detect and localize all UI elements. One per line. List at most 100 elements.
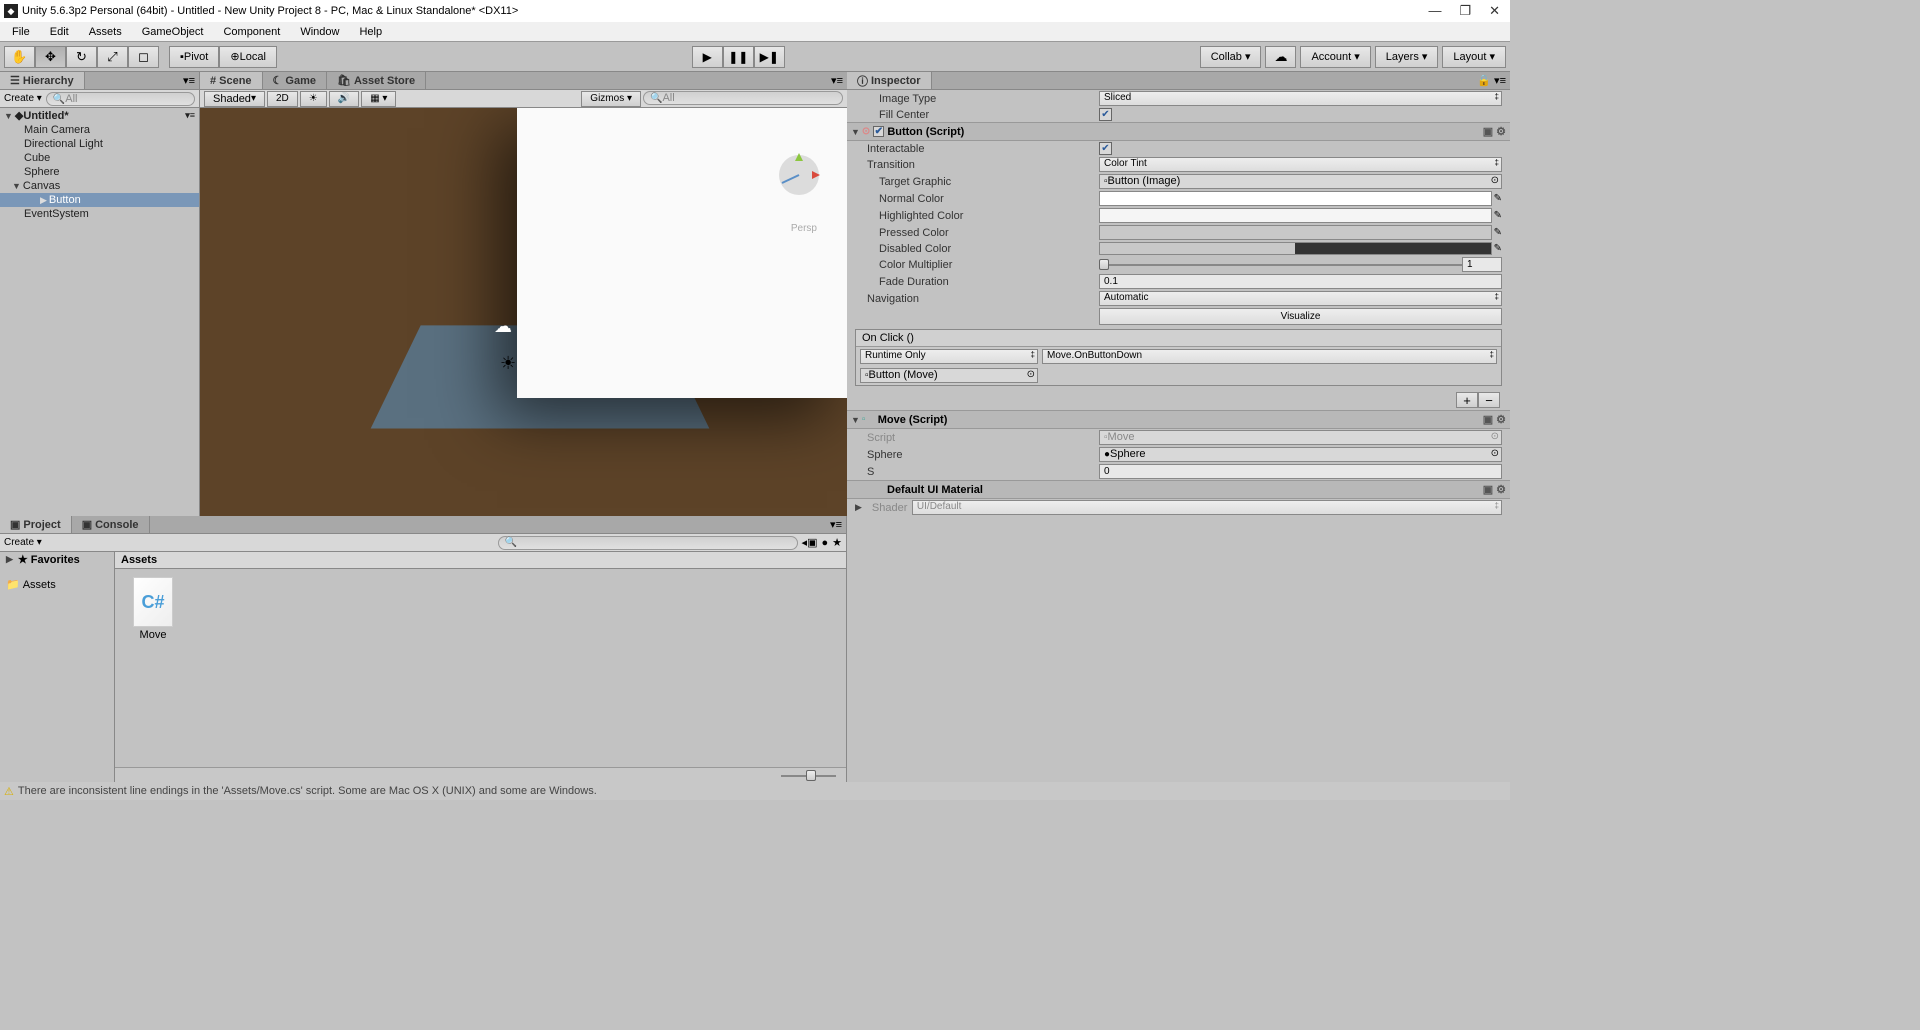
csharp-icon: C# — [133, 577, 173, 627]
pressed-color-field[interactable] — [1099, 225, 1492, 240]
eyedropper-icon[interactable]: ✎ — [1494, 193, 1502, 204]
callback-target-field[interactable]: ▫Button (Move) — [860, 368, 1038, 383]
menu-gameobject[interactable]: GameObject — [134, 24, 212, 40]
disabled-color-field[interactable] — [1099, 242, 1492, 255]
play-button[interactable]: ▶ — [692, 46, 723, 68]
game-tab[interactable]: ☾ Game — [263, 72, 327, 89]
hierarchy-item-camera[interactable]: Main Camera — [0, 123, 199, 137]
scene-gizmo[interactable] — [772, 148, 827, 203]
project-options-icon[interactable]: ▾≡ — [826, 516, 846, 533]
hierarchy-create-button[interactable]: Create ▾ — [4, 93, 42, 104]
fx-button[interactable]: ▦ ▾ — [361, 91, 396, 107]
disabled-color-label: Disabled Color — [855, 243, 1099, 255]
assets-folder[interactable]: 📁 Assets — [0, 577, 114, 592]
menu-window[interactable]: Window — [292, 24, 347, 40]
add-event-button[interactable]: + — [1456, 392, 1478, 408]
scene-tab[interactable]: # Scene — [200, 72, 263, 89]
filter-type-icon[interactable]: ● — [821, 537, 828, 549]
runtime-dropdown[interactable]: Runtime Only — [860, 349, 1038, 364]
assetstore-tab[interactable]: 🛍 Asset Store — [327, 72, 426, 89]
step-button[interactable]: ▶❚ — [754, 46, 785, 68]
scene-search-input[interactable]: 🔍All — [643, 91, 843, 105]
hand-tool-button[interactable]: ✋ — [4, 46, 35, 68]
material-header[interactable]: Default UI Material▣ ⚙ — [847, 480, 1510, 499]
navigation-dropdown[interactable]: Automatic — [1099, 291, 1502, 306]
inspector-tab[interactable]: ⓘ Inspector — [847, 72, 932, 89]
gizmos-dropdown[interactable]: Gizmos ▾ — [581, 91, 641, 107]
transition-dropdown[interactable]: Color Tint — [1099, 157, 1502, 172]
normal-color-field[interactable] — [1099, 191, 1492, 206]
scene-options-icon[interactable]: ▾≡ — [827, 72, 847, 89]
eyedropper-icon[interactable]: ✎ — [1494, 227, 1502, 238]
lighting-button[interactable]: ☀ — [300, 91, 327, 107]
rect-tool-button[interactable]: ◻ — [128, 46, 159, 68]
shader-dropdown[interactable]: UI/Default — [912, 500, 1502, 515]
visualize-button[interactable]: Visualize — [1099, 308, 1502, 325]
project-search-input[interactable]: 🔍 — [498, 536, 798, 550]
shaded-dropdown[interactable]: Shaded ▾ — [204, 91, 265, 107]
minimize-button[interactable]: — — [1428, 3, 1441, 19]
cloud-button[interactable]: ☁ — [1265, 46, 1296, 68]
highlighted-color-field[interactable] — [1099, 208, 1492, 223]
hierarchy-scene[interactable]: ▼◆ Untitled*▾≡ — [0, 108, 199, 123]
interactable-label: Interactable — [855, 143, 1099, 155]
move-tool-button[interactable]: ✥ — [35, 46, 66, 68]
sphere-field[interactable]: ●Sphere — [1099, 447, 1502, 462]
scale-tool-button[interactable]: ⤢ — [97, 46, 128, 68]
hierarchy-item-light[interactable]: Directional Light — [0, 137, 199, 151]
menu-file[interactable]: File — [4, 24, 38, 40]
hierarchy-item-button[interactable]: ▶Button — [0, 193, 199, 207]
layers-button[interactable]: Layers ▾ — [1375, 46, 1439, 68]
menu-assets[interactable]: Assets — [81, 24, 130, 40]
collab-button[interactable]: Collab ▾ — [1200, 46, 1262, 68]
menu-component[interactable]: Component — [215, 24, 288, 40]
project-zoom-slider[interactable] — [115, 767, 846, 782]
favorites-folder[interactable]: ▶★ Favorites — [0, 552, 114, 567]
target-graphic-field[interactable]: ▫Button (Image) — [1099, 174, 1502, 189]
restore-button[interactable]: ❐ — [1459, 3, 1471, 19]
color-multiplier-slider[interactable] — [1099, 257, 1462, 272]
fill-center-checkbox[interactable]: ✔ — [1099, 108, 1112, 121]
color-multiplier-value[interactable] — [1462, 257, 1502, 272]
inspector-lock-icon[interactable]: 🔒 ▾≡ — [1473, 72, 1510, 89]
eyedropper-icon[interactable]: ✎ — [1494, 243, 1502, 254]
account-button[interactable]: Account ▾ — [1300, 46, 1370, 68]
remove-event-button[interactable]: − — [1478, 392, 1500, 408]
local-button[interactable]: ⊕ Local — [219, 46, 277, 68]
audio-button[interactable]: 🔊 — [329, 91, 359, 107]
image-type-dropdown[interactable]: Sliced — [1099, 91, 1502, 106]
s-field[interactable] — [1099, 464, 1502, 479]
hierarchy-item-cube[interactable]: Cube — [0, 151, 199, 165]
eyedropper-icon[interactable]: ✎ — [1494, 210, 1502, 221]
menu-help[interactable]: Help — [351, 24, 390, 40]
hierarchy-item-sphere[interactable]: Sphere — [0, 165, 199, 179]
scene-viewport[interactable]: ☁ ☀ Persp — [200, 108, 847, 516]
hierarchy-options-icon[interactable]: ▾≡ — [179, 72, 199, 89]
layout-button[interactable]: Layout ▾ — [1442, 46, 1506, 68]
filter-icon[interactable]: ◂▣ — [802, 536, 818, 549]
hierarchy-search-input[interactable]: 🔍All — [46, 92, 195, 106]
navigation-label: Navigation — [855, 293, 1099, 305]
move-script-header[interactable]: ▼▫ Move (Script)▣ ⚙ — [847, 410, 1510, 429]
rotate-tool-button[interactable]: ↻ — [66, 46, 97, 68]
callback-dropdown[interactable]: Move.OnButtonDown — [1042, 349, 1497, 364]
pivot-button[interactable]: ▪ Pivot — [169, 46, 219, 68]
2d-button[interactable]: 2D — [267, 91, 298, 107]
script-label: Script — [855, 432, 1099, 444]
onclick-header: On Click () — [856, 330, 1501, 347]
hierarchy-tab[interactable]: ☰ Hierarchy — [0, 72, 85, 89]
console-tab[interactable]: ▣ Console — [72, 516, 150, 533]
hierarchy-item-eventsystem[interactable]: EventSystem — [0, 207, 199, 221]
button-script-header[interactable]: ▼⊙ ✔Button (Script)▣ ⚙ — [847, 122, 1510, 141]
project-create-button[interactable]: Create ▾ — [4, 537, 42, 548]
transition-label: Transition — [855, 159, 1099, 171]
close-button[interactable]: ✕ — [1489, 3, 1500, 19]
hierarchy-item-canvas[interactable]: ▼Canvas — [0, 179, 199, 193]
fade-duration-field[interactable] — [1099, 274, 1502, 289]
favorite-icon[interactable]: ★ — [832, 536, 842, 549]
pause-button[interactable]: ❚❚ — [723, 46, 754, 68]
menu-edit[interactable]: Edit — [42, 24, 77, 40]
interactable-checkbox[interactable]: ✔ — [1099, 142, 1112, 155]
project-tab[interactable]: ▣ Project — [0, 516, 72, 533]
asset-move-script[interactable]: C# Move — [123, 577, 183, 759]
